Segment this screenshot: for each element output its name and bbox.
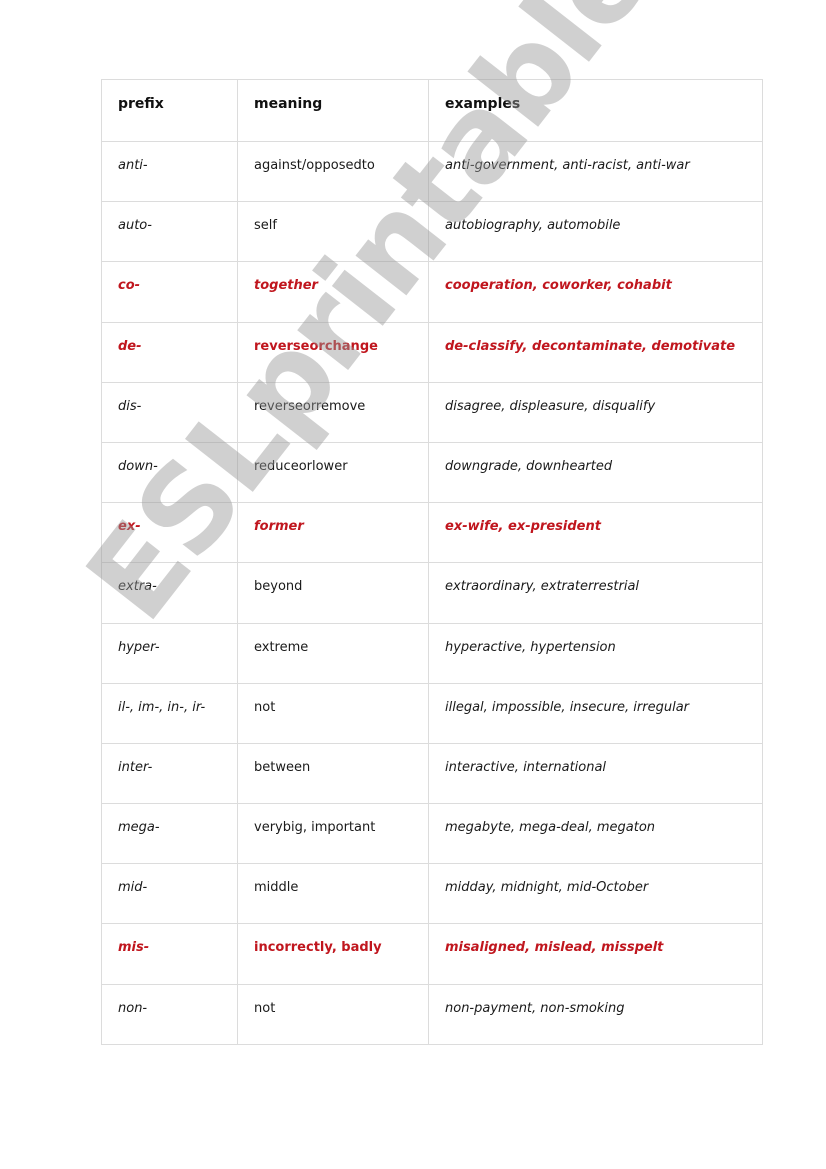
table-row: ex-former ex-wife, ex-president <box>101 502 763 564</box>
meaning-cell: between <box>237 742 429 805</box>
prefix-cell: il-, im-, in-, ir- <box>101 682 238 744</box>
meaning-cell: beyond <box>237 562 429 624</box>
table-row: hyper-extreme hyperactive, hypertension <box>101 622 763 684</box>
meaning-cell: former <box>237 502 429 564</box>
prefix-cell: de- <box>101 321 238 383</box>
table-row: co-together cooperation, coworker, cohabi… <box>101 261 763 323</box>
prefix-cell: anti- <box>101 140 238 203</box>
table-row: dis-reverseorremove disagree, displeasure… <box>101 381 763 443</box>
meaning-cell: against/opposedto <box>237 140 429 203</box>
meaning-cell: not <box>237 682 429 744</box>
examples-cell: midday, midnight, mid-October <box>428 863 763 925</box>
table-row: extra-beyond extraordinary, extraterrestr… <box>101 562 763 624</box>
examples-cell: disagree, displeasure, disqualify <box>428 381 763 443</box>
meaning-cell: together <box>237 261 429 323</box>
table-row: mid-middle midday, midnight, mid-October <box>101 863 763 925</box>
prefix-cell: non- <box>101 983 238 1045</box>
table-row: down-reduceorlower downgrade, downhearted <box>101 441 763 504</box>
table-row: il-, im-, in-, ir-not illegal, impossible… <box>101 682 763 744</box>
meaning-cell: extreme <box>237 622 429 684</box>
table-row: mis-incorrectly, badly misaligned, mislea… <box>101 923 763 985</box>
header-meaning: meaning <box>237 79 429 142</box>
prefix-table: prefix meaning examples anti-against/opp… <box>101 79 763 1045</box>
table-row: auto-self autobiography, automobile <box>101 201 763 263</box>
header-prefix: prefix <box>101 79 238 142</box>
prefix-cell: co- <box>101 261 238 323</box>
table-row: inter-between interactive, international <box>101 742 763 805</box>
examples-cell: hyperactive, hypertension <box>428 622 763 684</box>
examples-cell: autobiography, automobile <box>428 201 763 263</box>
prefix-cell: mis- <box>101 923 238 985</box>
table-header-row: prefix meaning examples <box>101 79 763 142</box>
prefix-cell: ex- <box>101 502 238 564</box>
prefix-cell: inter- <box>101 742 238 805</box>
examples-cell: extraordinary, extraterrestrial <box>428 562 763 624</box>
table-row: mega-verybig, important megabyte, mega-de… <box>101 803 763 865</box>
meaning-cell: reverseorremove <box>237 381 429 443</box>
prefix-cell: dis- <box>101 381 238 443</box>
table-row: non-not non-payment, non-smoking <box>101 983 763 1045</box>
examples-cell: illegal, impossible, insecure, irregular <box>428 682 763 744</box>
meaning-cell: middle <box>237 863 429 925</box>
table-row: anti-against/opposedto anti-government, a… <box>101 140 763 203</box>
prefix-cell: down- <box>101 441 238 504</box>
header-examples: examples <box>428 79 763 142</box>
examples-cell: downgrade, downhearted <box>428 441 763 504</box>
examples-cell: misaligned, mislead, misspelt <box>428 923 763 985</box>
prefix-cell: hyper- <box>101 622 238 684</box>
examples-cell: non-payment, non-smoking <box>428 983 763 1045</box>
examples-cell: ex-wife, ex-president <box>428 502 763 564</box>
prefix-cell: mega- <box>101 803 238 865</box>
examples-cell: anti-government, anti-racist, anti-war <box>428 140 763 203</box>
meaning-cell: verybig, important <box>237 803 429 865</box>
examples-cell: megabyte, mega-deal, megaton <box>428 803 763 865</box>
table-body: anti-against/opposedto anti-government, a… <box>101 140 763 1045</box>
meaning-cell: reverseorchange <box>237 321 429 383</box>
meaning-cell: incorrectly, badly <box>237 923 429 985</box>
meaning-cell: self <box>237 201 429 263</box>
table-row: de-reverseorchange de-classify, decontami… <box>101 321 763 383</box>
meaning-cell: reduceorlower <box>237 441 429 504</box>
examples-cell: interactive, international <box>428 742 763 805</box>
prefix-cell: mid- <box>101 863 238 925</box>
meaning-cell: not <box>237 983 429 1045</box>
examples-cell: cooperation, coworker, cohabit <box>428 261 763 323</box>
worksheet-page: prefix meaning examples anti-against/opp… <box>0 0 826 1169</box>
prefix-cell: extra- <box>101 562 238 624</box>
examples-cell: de-classify, decontaminate, demotivate <box>428 321 763 383</box>
prefix-cell: auto- <box>101 201 238 263</box>
